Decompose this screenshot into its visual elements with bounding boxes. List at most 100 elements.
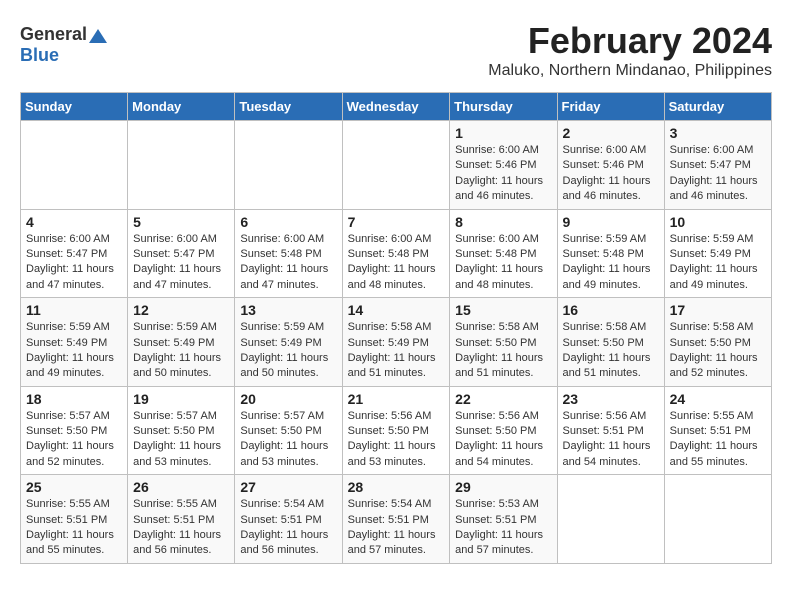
calendar-cell [128,121,235,210]
calendar-week-2: 4 Sunrise: 6:00 AM Sunset: 5:47 PM Daylig… [21,209,772,298]
day-info: Sunrise: 5:58 AM Sunset: 5:50 PM Dayligh… [563,320,659,382]
calendar-cell: 13 Sunrise: 5:59 AM Sunset: 5:49 PM Dayli… [235,298,342,387]
calendar-header: SundayMondayTuesdayWednesdayThursdayFrid… [21,93,772,121]
day-number: 18 [26,391,122,407]
day-info: Sunrise: 5:57 AM Sunset: 5:50 PM Dayligh… [26,409,122,471]
day-number: 6 [240,214,336,230]
calendar-table: SundayMondayTuesdayWednesdayThursdayFrid… [20,92,772,564]
day-info: Sunrise: 5:55 AM Sunset: 5:51 PM Dayligh… [26,497,122,559]
day-info: Sunrise: 5:56 AM Sunset: 5:50 PM Dayligh… [455,409,551,471]
calendar-week-4: 18 Sunrise: 5:57 AM Sunset: 5:50 PM Dayli… [21,386,772,475]
calendar-cell: 27 Sunrise: 5:54 AM Sunset: 5:51 PM Dayli… [235,475,342,564]
day-info: Sunrise: 5:55 AM Sunset: 5:51 PM Dayligh… [133,497,229,559]
day-number: 8 [455,214,551,230]
calendar-cell: 21 Sunrise: 5:56 AM Sunset: 5:50 PM Dayli… [342,386,450,475]
weekday-header-saturday: Saturday [664,93,771,121]
weekday-header-monday: Monday [128,93,235,121]
day-number: 19 [133,391,229,407]
logo: General Blue [20,24,107,66]
day-number: 7 [348,214,445,230]
calendar-cell: 7Sunrise: 6:00 AM Sunset: 5:48 PM Daylig… [342,209,450,298]
day-number: 16 [563,302,659,318]
day-info: Sunrise: 6:00 AM Sunset: 5:47 PM Dayligh… [670,143,766,205]
calendar-cell: 6 Sunrise: 6:00 AM Sunset: 5:48 PM Daylig… [235,209,342,298]
logo-general: General [20,24,87,44]
day-number: 17 [670,302,766,318]
day-number: 24 [670,391,766,407]
day-info: Sunrise: 5:54 AM Sunset: 5:51 PM Dayligh… [240,497,336,559]
calendar-cell [235,121,342,210]
day-info: Sunrise: 5:56 AM Sunset: 5:51 PM Dayligh… [563,409,659,471]
month-year-title: February 2024 [20,20,772,62]
day-number: 1 [455,125,551,141]
day-number: 9 [563,214,659,230]
calendar-cell: 1 Sunrise: 6:00 AM Sunset: 5:46 PM Daylig… [450,121,557,210]
calendar-cell: 11Sunrise: 5:59 AM Sunset: 5:49 PM Dayli… [21,298,128,387]
calendar-cell [342,121,450,210]
calendar-cell: 25 Sunrise: 5:55 AM Sunset: 5:51 PM Dayli… [21,475,128,564]
day-info: Sunrise: 5:58 AM Sunset: 5:49 PM Dayligh… [348,320,445,382]
calendar-week-1: 1 Sunrise: 6:00 AM Sunset: 5:46 PM Daylig… [21,121,772,210]
day-info: Sunrise: 5:56 AM Sunset: 5:50 PM Dayligh… [348,409,445,471]
weekday-header-friday: Friday [557,93,664,121]
calendar-cell: 20 Sunrise: 5:57 AM Sunset: 5:50 PM Dayli… [235,386,342,475]
day-info: Sunrise: 5:55 AM Sunset: 5:51 PM Dayligh… [670,409,766,471]
day-number: 13 [240,302,336,318]
day-number: 11 [26,302,122,318]
day-number: 26 [133,479,229,495]
day-number: 23 [563,391,659,407]
day-number: 25 [26,479,122,495]
day-number: 2 [563,125,659,141]
calendar-cell: 10Sunrise: 5:59 AM Sunset: 5:49 PM Dayli… [664,209,771,298]
day-info: Sunrise: 5:59 AM Sunset: 5:49 PM Dayligh… [240,320,336,382]
calendar-cell [21,121,128,210]
day-info: Sunrise: 6:00 AM Sunset: 5:46 PM Dayligh… [455,143,551,205]
day-number: 14 [348,302,445,318]
calendar-cell: 23 Sunrise: 5:56 AM Sunset: 5:51 PM Dayli… [557,386,664,475]
day-number: 20 [240,391,336,407]
weekday-header-sunday: Sunday [21,93,128,121]
calendar-cell: 3Sunrise: 6:00 AM Sunset: 5:47 PM Daylig… [664,121,771,210]
day-info: Sunrise: 5:57 AM Sunset: 5:50 PM Dayligh… [133,409,229,471]
day-number: 21 [348,391,445,407]
day-info: Sunrise: 6:00 AM Sunset: 5:48 PM Dayligh… [455,232,551,294]
day-info: Sunrise: 6:00 AM Sunset: 5:48 PM Dayligh… [240,232,336,294]
calendar-cell: 9 Sunrise: 5:59 AM Sunset: 5:48 PM Daylig… [557,209,664,298]
day-number: 4 [26,214,122,230]
day-info: Sunrise: 5:54 AM Sunset: 5:51 PM Dayligh… [348,497,445,559]
day-number: 29 [455,479,551,495]
day-info: Sunrise: 6:00 AM Sunset: 5:47 PM Dayligh… [133,232,229,294]
calendar-cell: 17 Sunrise: 5:58 AM Sunset: 5:50 PM Dayli… [664,298,771,387]
day-info: Sunrise: 6:00 AM Sunset: 5:46 PM Dayligh… [563,143,659,205]
calendar-cell: 8 Sunrise: 6:00 AM Sunset: 5:48 PM Daylig… [450,209,557,298]
day-info: Sunrise: 5:58 AM Sunset: 5:50 PM Dayligh… [670,320,766,382]
logo-blue: Blue [20,45,59,65]
calendar-cell: 4 Sunrise: 6:00 AM Sunset: 5:47 PM Daylig… [21,209,128,298]
calendar-cell: 19 Sunrise: 5:57 AM Sunset: 5:50 PM Dayli… [128,386,235,475]
weekday-header-row: SundayMondayTuesdayWednesdayThursdayFrid… [21,93,772,121]
weekday-header-tuesday: Tuesday [235,93,342,121]
calendar-week-3: 11 Sunrise: 5:59 AM Sunset: 5:49 PM Dayli… [21,298,772,387]
day-info: Sunrise: 5:57 AM Sunset: 5:50 PM Dayligh… [240,409,336,471]
day-info: Sunrise: 6:00 AM Sunset: 5:47 PM Dayligh… [26,232,122,294]
calendar-cell: 18 Sunrise: 5:57 AM Sunset: 5:50 PM Dayli… [21,386,128,475]
day-number: 22 [455,391,551,407]
location-subtitle: Maluko, Northern Mindanao, Philippines [20,62,772,80]
header-row: General Blue February 2024 Maluko, North… [20,20,772,84]
page-header: February 2024 Maluko, Northern Mindanao,… [20,20,772,80]
day-number: 15 [455,302,551,318]
day-number: 28 [348,479,445,495]
calendar-cell: 28 Sunrise: 5:54 AM Sunset: 5:51 PM Dayli… [342,475,450,564]
day-info: Sunrise: 5:58 AM Sunset: 5:50 PM Dayligh… [455,320,551,382]
calendar-body: 1 Sunrise: 6:00 AM Sunset: 5:46 PM Daylig… [21,121,772,564]
calendar-cell: 26 Sunrise: 5:55 AM Sunset: 5:51 PM Dayli… [128,475,235,564]
day-info: Sunrise: 5:59 AM Sunset: 5:49 PM Dayligh… [133,320,229,382]
calendar-cell: 29Sunrise: 5:53 AM Sunset: 5:51 PM Dayli… [450,475,557,564]
day-info: Sunrise: 5:59 AM Sunset: 5:49 PM Dayligh… [670,232,766,294]
day-number: 27 [240,479,336,495]
calendar-cell: 16 Sunrise: 5:58 AM Sunset: 5:50 PM Dayli… [557,298,664,387]
calendar-cell: 14 Sunrise: 5:58 AM Sunset: 5:49 PM Dayli… [342,298,450,387]
day-info: Sunrise: 5:59 AM Sunset: 5:48 PM Dayligh… [563,232,659,294]
weekday-header-thursday: Thursday [450,93,557,121]
calendar-cell: 5Sunrise: 6:00 AM Sunset: 5:47 PM Daylig… [128,209,235,298]
